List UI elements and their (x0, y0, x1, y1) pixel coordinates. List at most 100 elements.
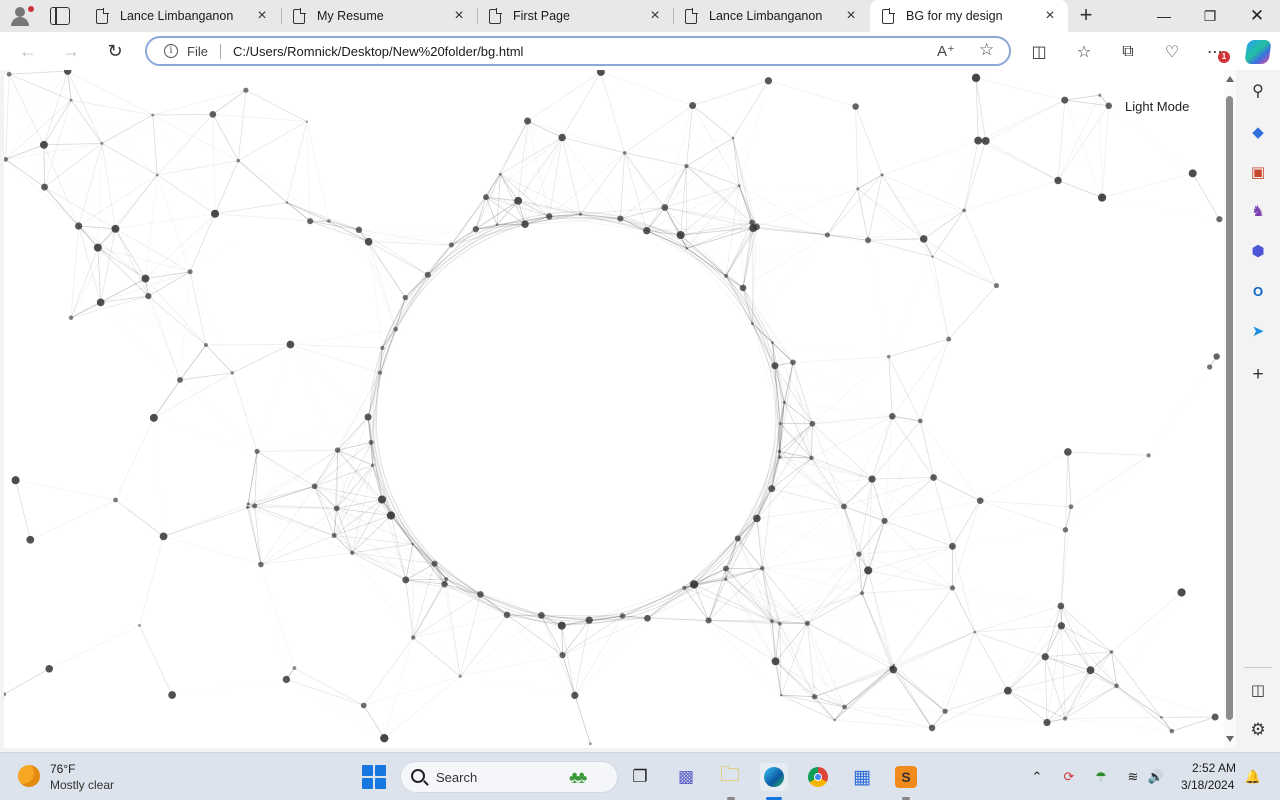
teams-icon[interactable]: ▩ (672, 763, 700, 791)
address-bar[interactable]: i File C:/Users/Romnick/Desktop/New%20fo… (145, 36, 1011, 66)
network-node (1188, 169, 1197, 178)
notification-bell-icon[interactable]: 🔔 (1244, 768, 1262, 786)
network-node (334, 447, 341, 453)
network-link (932, 256, 997, 286)
close-window-icon[interactable]: ✕ (1234, 0, 1280, 32)
profile-avatar-icon[interactable] (8, 4, 34, 28)
network-node (431, 560, 438, 567)
weather-temperature[interactable]: 76°F (50, 762, 75, 776)
network-link (286, 121, 308, 203)
network-link (827, 174, 883, 236)
tag-icon[interactable]: ◆ (1248, 122, 1268, 142)
tab-close-icon[interactable]: × (451, 7, 467, 25)
search-icon[interactable]: ⚲ (1248, 81, 1268, 101)
chess-icon[interactable]: ♞ (1248, 201, 1268, 221)
plus-icon[interactable]: + (1248, 364, 1268, 385)
briefcase-icon[interactable]: ▣ (1248, 162, 1268, 182)
weather-condition[interactable]: Mostly clear (50, 778, 114, 792)
tab-close-icon[interactable]: × (647, 7, 663, 25)
minimize-icon[interactable]: — (1141, 0, 1187, 32)
outlook-icon[interactable]: O (1248, 281, 1268, 301)
new-tab-plus-icon[interactable]: + (1075, 4, 1097, 26)
tab-bg-for-my-design[interactable]: BG for my design × (870, 0, 1068, 32)
network-link (1064, 94, 1100, 101)
network-node (1206, 364, 1213, 370)
site-info-icon[interactable]: i (164, 44, 178, 58)
sidebar-panel-icon[interactable]: ◫ (1248, 680, 1268, 700)
sublime-icon[interactable]: S (892, 763, 920, 791)
network-link (232, 344, 291, 374)
network-link (1061, 625, 1091, 671)
url-text[interactable]: C:/Users/Romnick/Desktop/New%20folder/bg… (233, 44, 523, 59)
office-icon[interactable]: ⬢ (1248, 241, 1268, 261)
forward-arrow-icon[interactable]: → (57, 39, 85, 63)
favorite-star-icon[interactable]: ☆ (979, 40, 994, 60)
network-link (43, 144, 45, 188)
tab-title: BG for my design (906, 9, 1003, 23)
taskbar-search-box[interactable]: Search ♣♣ (400, 761, 618, 793)
edge-icon[interactable] (760, 763, 788, 791)
vertical-scrollbar[interactable] (1224, 70, 1236, 748)
chevron-up-icon[interactable]: ⌃ (1028, 768, 1046, 786)
network-node (558, 133, 566, 142)
network-link (964, 180, 1059, 211)
tab-title: My Resume (317, 9, 384, 23)
network-link (776, 661, 894, 669)
tab-close-icon[interactable]: × (1042, 7, 1058, 25)
network-node (254, 448, 260, 454)
store-icon[interactable]: ▦ (848, 763, 876, 791)
shield-icon[interactable]: ☂ (1092, 768, 1110, 786)
network-link (527, 120, 563, 138)
network-node (722, 565, 729, 572)
wifi-icon[interactable]: ≋ (1124, 768, 1142, 786)
network-link (78, 174, 158, 227)
network-node (243, 87, 249, 93)
weather-moon-icon[interactable] (18, 765, 40, 787)
file-explorer-icon[interactable]: 🗀 (716, 763, 744, 791)
restore-icon[interactable]: ❐ (1187, 0, 1233, 32)
network-link (974, 631, 1046, 658)
network-node (770, 619, 774, 624)
back-arrow-icon[interactable]: ← (14, 39, 42, 63)
start-windows-icon[interactable] (362, 765, 386, 789)
favorites-icon[interactable]: ☆ (1073, 41, 1095, 63)
refresh-icon[interactable]: ↻ (101, 39, 129, 63)
split-screen-icon[interactable]: ◫ (1028, 41, 1050, 63)
scroll-up-arrow-icon[interactable] (1226, 76, 1234, 82)
tab-lance-limbanganon-2[interactable]: Lance Limbanganon × (673, 0, 869, 32)
scroll-down-arrow-icon[interactable] (1226, 736, 1234, 742)
clock-time[interactable]: 2:52 AM (1192, 761, 1236, 775)
volume-icon[interactable]: 🔊 (1147, 768, 1165, 786)
settings-icon[interactable]: ⚙ (1248, 720, 1268, 740)
network-node (588, 742, 592, 746)
collections-icon[interactable]: ⧉ (1117, 41, 1139, 63)
network-node (782, 400, 786, 404)
network-link (881, 140, 979, 176)
task-view-icon[interactable]: ❐ (626, 763, 654, 791)
tab-first-page[interactable]: First Page × (477, 0, 673, 32)
network-node (689, 101, 697, 110)
network-link (762, 567, 863, 594)
clock-date[interactable]: 3/18/2024 (1181, 778, 1234, 792)
network-node (643, 227, 651, 235)
network-link (257, 442, 371, 451)
tab-lance-limbanganon-1[interactable]: Lance Limbanganon × (84, 0, 280, 32)
tab-my-resume[interactable]: My Resume × (281, 0, 477, 32)
copilot-icon[interactable] (1244, 40, 1272, 64)
sync-icon[interactable]: ⟳ (1060, 768, 1078, 786)
tab-close-icon[interactable]: × (843, 7, 859, 25)
network-node (1169, 728, 1175, 734)
send-icon[interactable]: ➤ (1248, 321, 1268, 341)
network-link (15, 480, 31, 540)
scrollbar-thumb[interactable] (1226, 96, 1233, 720)
light-mode-toggle-button[interactable]: Light Mode (1117, 96, 1198, 118)
tab-actions-menu-icon[interactable] (50, 7, 70, 25)
chrome-icon[interactable] (804, 763, 832, 791)
network-link (1065, 100, 1102, 197)
tab-close-icon[interactable]: × (254, 7, 270, 25)
browser-essentials-icon[interactable]: ♡ (1161, 41, 1183, 63)
network-node (402, 576, 410, 584)
read-aloud-icon[interactable]: A⁺ (937, 42, 955, 60)
network-node (809, 455, 814, 461)
network-node (931, 255, 934, 258)
